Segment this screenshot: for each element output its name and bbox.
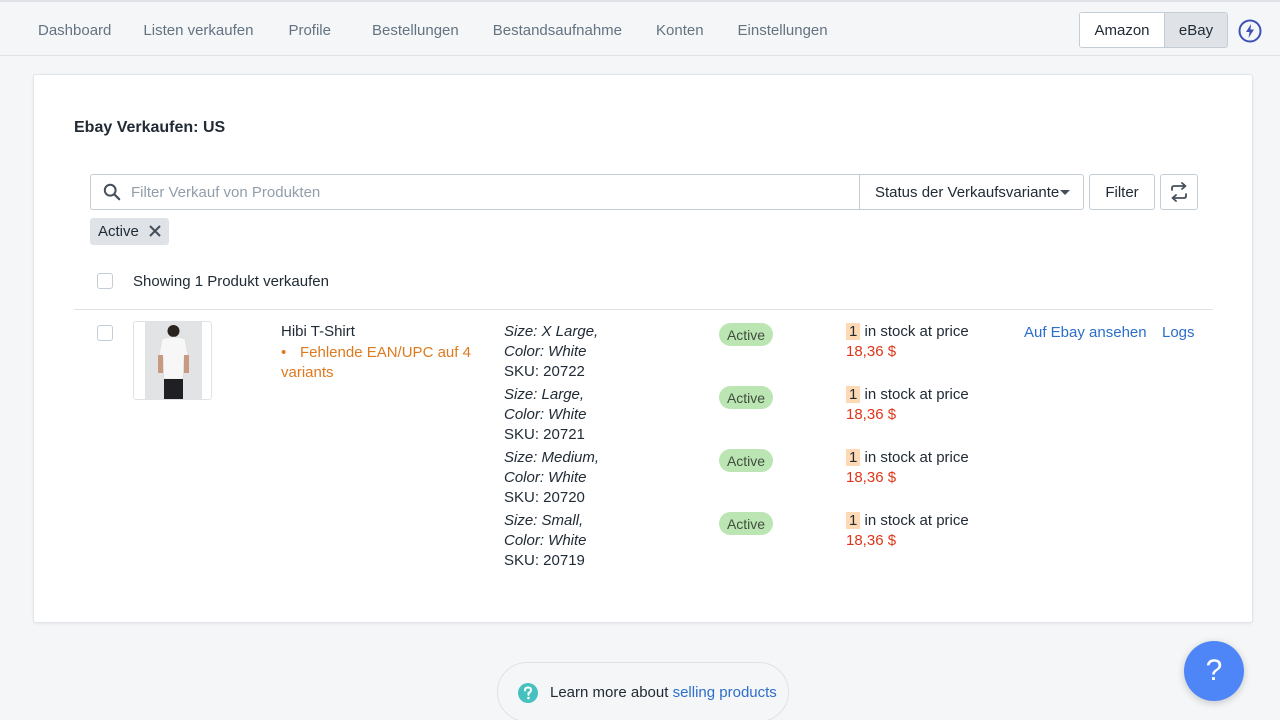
stock-info: 1 in stock at price 18,36 $ — [846, 448, 969, 488]
stock-text: in stock at price — [860, 386, 969, 403]
results-count: Showing 1 Produkt verkaufen — [133, 273, 329, 290]
status-badge: Active — [719, 512, 773, 535]
help-button[interactable]: ? — [1184, 641, 1244, 701]
nav-item-dashboard[interactable]: Dashboard — [22, 22, 127, 39]
learn-more-text: Learn more about selling products — [550, 684, 777, 701]
tag-label: Active — [98, 223, 139, 240]
variant-price: 18,36 $ — [846, 343, 897, 360]
missing-ean-warning: • Fehlende EAN/UPC auf 4 variants — [281, 343, 481, 383]
select-all-checkbox[interactable] — [97, 273, 113, 289]
variant-size: Size: X Large, — [504, 323, 599, 340]
variant-color: Color: White — [504, 469, 587, 486]
product-name: Hibi T-Shirt — [281, 323, 355, 340]
variant-sku: SKU: 20719 — [504, 552, 585, 569]
stock-info: 1 in stock at price 18,36 $ — [846, 385, 969, 425]
warning-text: Fehlende EAN/UPC auf 4 variants — [281, 344, 471, 381]
search-box — [90, 174, 860, 210]
warning-bullet: • — [281, 344, 287, 361]
variant-details: Size: Small, Color: White SKU: 20719 — [504, 511, 587, 571]
view-on-ebay-link[interactable]: Auf Ebay ansehen — [1024, 324, 1147, 341]
stock-text: in stock at price — [860, 449, 969, 466]
filter-button[interactable]: Filter — [1089, 174, 1155, 210]
variant-details: Size: Large, Color: White SKU: 20721 — [504, 385, 587, 445]
status-dropdown[interactable]: Status der Verkaufsvariante — [859, 174, 1084, 210]
selling-products-link[interactable]: selling products — [673, 684, 777, 701]
variant-sku: SKU: 20722 — [504, 363, 585, 380]
amazon-button[interactable]: Amazon — [1080, 13, 1164, 47]
stock-quantity: 1 — [846, 449, 861, 466]
product-image — [145, 322, 202, 399]
status-dropdown-label: Status der Verkaufsvariante — [875, 183, 1060, 201]
nav-item-profile[interactable]: Profile — [272, 22, 347, 39]
variant-color: Color: White — [504, 532, 587, 549]
product-thumbnail[interactable] — [133, 321, 212, 400]
search-icon — [103, 183, 121, 201]
status-badge: Active — [719, 386, 773, 409]
variant-details: Size: X Large, Color: White SKU: 20722 — [504, 322, 598, 382]
top-navigation: Dashboard Listen verkaufen Profile Beste… — [0, 0, 1280, 56]
variant-price: 18,36 $ — [846, 469, 897, 486]
variant-price: 18,36 $ — [846, 532, 897, 549]
status-badge: Active — [719, 323, 773, 346]
variant-price: 18,36 $ — [846, 406, 897, 423]
search-input[interactable] — [131, 175, 851, 209]
stock-text: in stock at price — [860, 323, 969, 340]
nav-item-bestellungen[interactable]: Bestellungen — [356, 22, 475, 39]
learn-more-prefix: Learn more about — [550, 684, 673, 701]
divider — [74, 309, 1213, 310]
ebay-button[interactable]: eBay — [1164, 13, 1227, 47]
learn-more-callout: Learn more about selling products — [497, 662, 789, 720]
sync-icon — [1171, 182, 1187, 202]
sync-button[interactable] — [1160, 174, 1198, 210]
status-badge: Active — [719, 449, 773, 472]
row-checkbox[interactable] — [97, 325, 113, 341]
lightning-icon[interactable] — [1238, 19, 1262, 43]
nav-item-einstellungen[interactable]: Einstellungen — [722, 22, 844, 39]
help-circle-icon — [518, 683, 538, 703]
stock-text: in stock at price — [860, 512, 969, 529]
stock-quantity: 1 — [846, 512, 861, 529]
stock-info: 1 in stock at price 18,36 $ — [846, 511, 969, 551]
variant-details: Size: Medium, Color: White SKU: 20720 — [504, 448, 599, 508]
stock-quantity: 1 — [846, 386, 861, 403]
variant-size: Size: Large, — [504, 386, 585, 403]
close-icon[interactable] — [148, 224, 162, 238]
nav-item-bestandsaufnahme[interactable]: Bestandsaufnahme — [477, 22, 638, 39]
active-filter-tag: Active — [90, 218, 169, 245]
logs-link[interactable]: Logs — [1162, 324, 1195, 341]
nav-menu: Dashboard Listen verkaufen Profile Beste… — [22, 2, 844, 58]
variant-sku: SKU: 20720 — [504, 489, 585, 506]
stock-info: 1 in stock at price 18,36 $ — [846, 322, 969, 362]
nav-item-listen-verkaufen[interactable]: Listen verkaufen — [127, 22, 269, 39]
variant-size: Size: Small, — [504, 512, 584, 529]
variant-color: Color: White — [504, 343, 587, 360]
selling-card: Ebay Verkaufen: US Status der Verkaufsva… — [33, 74, 1253, 623]
page-title: Ebay Verkaufen: US — [74, 119, 226, 136]
chevron-down-icon — [1060, 190, 1070, 195]
variant-size: Size: Medium, — [504, 449, 600, 466]
marketplace-toggle: Amazon eBay — [1079, 12, 1228, 48]
stock-quantity: 1 — [846, 323, 861, 340]
variant-color: Color: White — [504, 406, 587, 423]
variant-sku: SKU: 20721 — [504, 426, 585, 443]
nav-item-konten[interactable]: Konten — [640, 22, 720, 39]
